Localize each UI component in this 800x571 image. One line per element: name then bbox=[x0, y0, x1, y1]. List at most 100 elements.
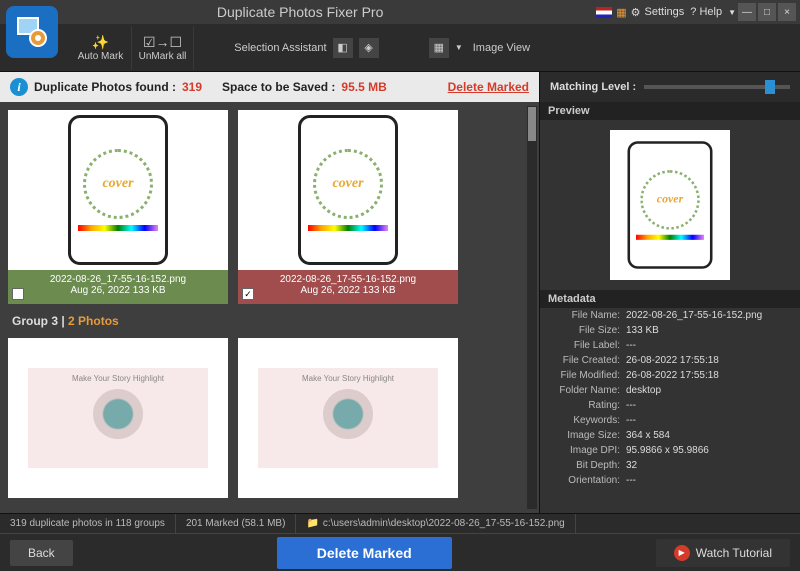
metadata-key: File Created: bbox=[546, 355, 626, 366]
preview-header: Preview bbox=[540, 102, 800, 120]
group-count: 2 Photos bbox=[68, 314, 119, 328]
metadata-row: Keywords:--- bbox=[540, 413, 800, 428]
right-pane: Matching Level : Preview cover Metadata … bbox=[540, 72, 800, 513]
toolbar: ✨ Auto Mark ☑→☐ UnMark all Selection Ass… bbox=[0, 24, 800, 72]
photo-card[interactable]: cover 2022-08-26_17-55-16-152.png Aug 26… bbox=[8, 110, 228, 304]
metadata-value: 26-08-2022 17:55:18 bbox=[626, 370, 719, 381]
card-row: Make Your Story Highlight Make Your Stor… bbox=[4, 334, 535, 502]
status-path: 📁 c:\users\admin\desktop\2022-08-26_17-5… bbox=[296, 514, 575, 533]
info-icon: i bbox=[10, 78, 28, 96]
unmark-all-label: UnMark all bbox=[139, 51, 187, 62]
found-label: Duplicate Photos found : bbox=[34, 80, 176, 94]
photo-card[interactable]: cover 2022-08-26_17-55-16-152.png Aug 26… bbox=[238, 110, 458, 304]
metadata-row: Bit Depth:32 bbox=[540, 458, 800, 473]
metadata-key: File Size: bbox=[546, 325, 626, 336]
card-checkbox[interactable] bbox=[12, 288, 24, 300]
metadata-row: File Modified:26-08-2022 17:55:18 bbox=[540, 368, 800, 383]
preview-pane: cover bbox=[540, 120, 800, 290]
back-button[interactable]: Back bbox=[10, 540, 73, 566]
help-link[interactable]: ? Help bbox=[690, 6, 722, 18]
metadata-row: Folder Name:desktop bbox=[540, 383, 800, 398]
selection-assistant-label: Selection Assistant bbox=[234, 42, 326, 54]
watch-tutorial-label: Watch Tutorial bbox=[696, 546, 772, 560]
metadata-value: 32 bbox=[626, 460, 637, 471]
view-dropdown-icon[interactable]: ▼ bbox=[455, 43, 463, 52]
card-checkbox[interactable]: ✓ bbox=[242, 288, 254, 300]
watch-tutorial-button[interactable]: ▶ Watch Tutorial bbox=[656, 539, 790, 567]
slider-label: Matching Level : bbox=[550, 81, 636, 93]
photo-card[interactable]: Make Your Story Highlight bbox=[8, 338, 228, 498]
metadata-value: --- bbox=[626, 415, 636, 426]
metadata-value: desktop bbox=[626, 385, 661, 396]
delete-marked-button[interactable]: Delete Marked bbox=[277, 537, 452, 569]
slider-track[interactable] bbox=[644, 85, 790, 89]
delete-marked-link[interactable]: Delete Marked bbox=[448, 80, 529, 94]
photo-card[interactable]: Make Your Story Highlight bbox=[238, 338, 458, 498]
card-meta: Aug 26, 2022 133 KB bbox=[14, 285, 222, 296]
metadata-value: --- bbox=[626, 475, 636, 486]
info-bar: i Duplicate Photos found : 319 Space to … bbox=[0, 72, 539, 102]
space-label: Space to be Saved : bbox=[222, 80, 335, 94]
play-icon: ▶ bbox=[674, 545, 690, 561]
found-count: 319 bbox=[182, 80, 202, 94]
slider-knob[interactable] bbox=[765, 80, 775, 94]
metadata-row: Image DPI:95.9866 x 95.9866 bbox=[540, 443, 800, 458]
status-bar: 319 duplicate photos in 118 groups 201 M… bbox=[0, 513, 800, 533]
assist-mode-2-button[interactable]: ◈ bbox=[359, 38, 379, 58]
metadata-key: Bit Depth: bbox=[546, 460, 626, 471]
metadata-row: File Created:26-08-2022 17:55:18 bbox=[540, 353, 800, 368]
group-header: Group 3 | 2 Photos bbox=[4, 308, 535, 334]
bottom-bar: Back Delete Marked ▶ Watch Tutorial bbox=[0, 533, 800, 571]
status-marked: 201 Marked (58.1 MB) bbox=[176, 514, 297, 533]
metadata-value: 2022-08-26_17-55-16-152.png bbox=[626, 310, 762, 321]
space-value: 95.5 MB bbox=[341, 80, 386, 94]
scrollbar[interactable] bbox=[527, 106, 537, 509]
left-pane: i Duplicate Photos found : 319 Space to … bbox=[0, 72, 540, 513]
group-prefix: Group 3 | bbox=[12, 314, 68, 328]
metadata-pane: File Name:2022-08-26_17-55-16-152.pngFil… bbox=[540, 308, 800, 513]
badge-icon: ▦ bbox=[616, 6, 626, 19]
assist-mode-1-button[interactable]: ◧ bbox=[333, 38, 353, 58]
close-button[interactable]: × bbox=[778, 3, 796, 21]
gallery: cover 2022-08-26_17-55-16-152.png Aug 26… bbox=[0, 102, 539, 513]
metadata-row: File Label:--- bbox=[540, 338, 800, 353]
wand-icon: ✨ bbox=[92, 34, 109, 51]
settings-link[interactable]: Settings bbox=[645, 6, 685, 18]
unmark-icon: ☑→☐ bbox=[143, 34, 182, 51]
thumbnail: Make Your Story Highlight bbox=[8, 338, 228, 498]
card-meta: Aug 26, 2022 133 KB bbox=[244, 285, 452, 296]
unmark-all-button[interactable]: ☑→☐ UnMark all bbox=[132, 26, 194, 70]
grid-view-button[interactable]: ▦ bbox=[429, 38, 449, 58]
thumbnail: cover bbox=[238, 110, 458, 270]
metadata-key: Rating: bbox=[546, 400, 626, 411]
metadata-value: 133 KB bbox=[626, 325, 659, 336]
flag-icon[interactable] bbox=[596, 7, 612, 18]
metadata-key: Keywords: bbox=[546, 415, 626, 426]
scroll-handle[interactable] bbox=[528, 107, 536, 141]
metadata-row: Rating:--- bbox=[540, 398, 800, 413]
metadata-key: Folder Name: bbox=[546, 385, 626, 396]
status-path-text: c:\users\admin\desktop\2022-08-26_17-55-… bbox=[323, 518, 565, 529]
metadata-row: Orientation:--- bbox=[540, 473, 800, 488]
image-view-section: ▦ ▼ Image View bbox=[419, 38, 540, 58]
metadata-value: 95.9866 x 95.9866 bbox=[626, 445, 709, 456]
titlebar: Duplicate Photos Fixer Pro ▦ ⚙ Settings … bbox=[0, 0, 800, 24]
metadata-value: --- bbox=[626, 340, 636, 351]
selection-assistant-section: Selection Assistant ◧ ◈ bbox=[224, 38, 388, 58]
metadata-key: File Modified: bbox=[546, 370, 626, 381]
folder-icon: 📁 bbox=[306, 518, 318, 529]
thumbnail: cover bbox=[8, 110, 228, 270]
metadata-row: File Name:2022-08-26_17-55-16-152.png bbox=[540, 308, 800, 323]
app-logo bbox=[6, 6, 58, 58]
metadata-row: File Size:133 KB bbox=[540, 323, 800, 338]
help-dropdown-icon[interactable]: ▼ bbox=[728, 8, 736, 17]
settings-gear-icon[interactable]: ⚙ bbox=[631, 6, 641, 19]
thumbnail: Make Your Story Highlight bbox=[238, 338, 458, 498]
app-title: Duplicate Photos Fixer Pro bbox=[4, 4, 596, 20]
minimize-button[interactable]: — bbox=[738, 3, 756, 21]
card-filename: 2022-08-26_17-55-16-152.png bbox=[14, 274, 222, 285]
maximize-button[interactable]: □ bbox=[758, 3, 776, 21]
auto-mark-button[interactable]: ✨ Auto Mark bbox=[70, 26, 132, 70]
metadata-key: File Name: bbox=[546, 310, 626, 321]
auto-mark-label: Auto Mark bbox=[78, 51, 124, 62]
